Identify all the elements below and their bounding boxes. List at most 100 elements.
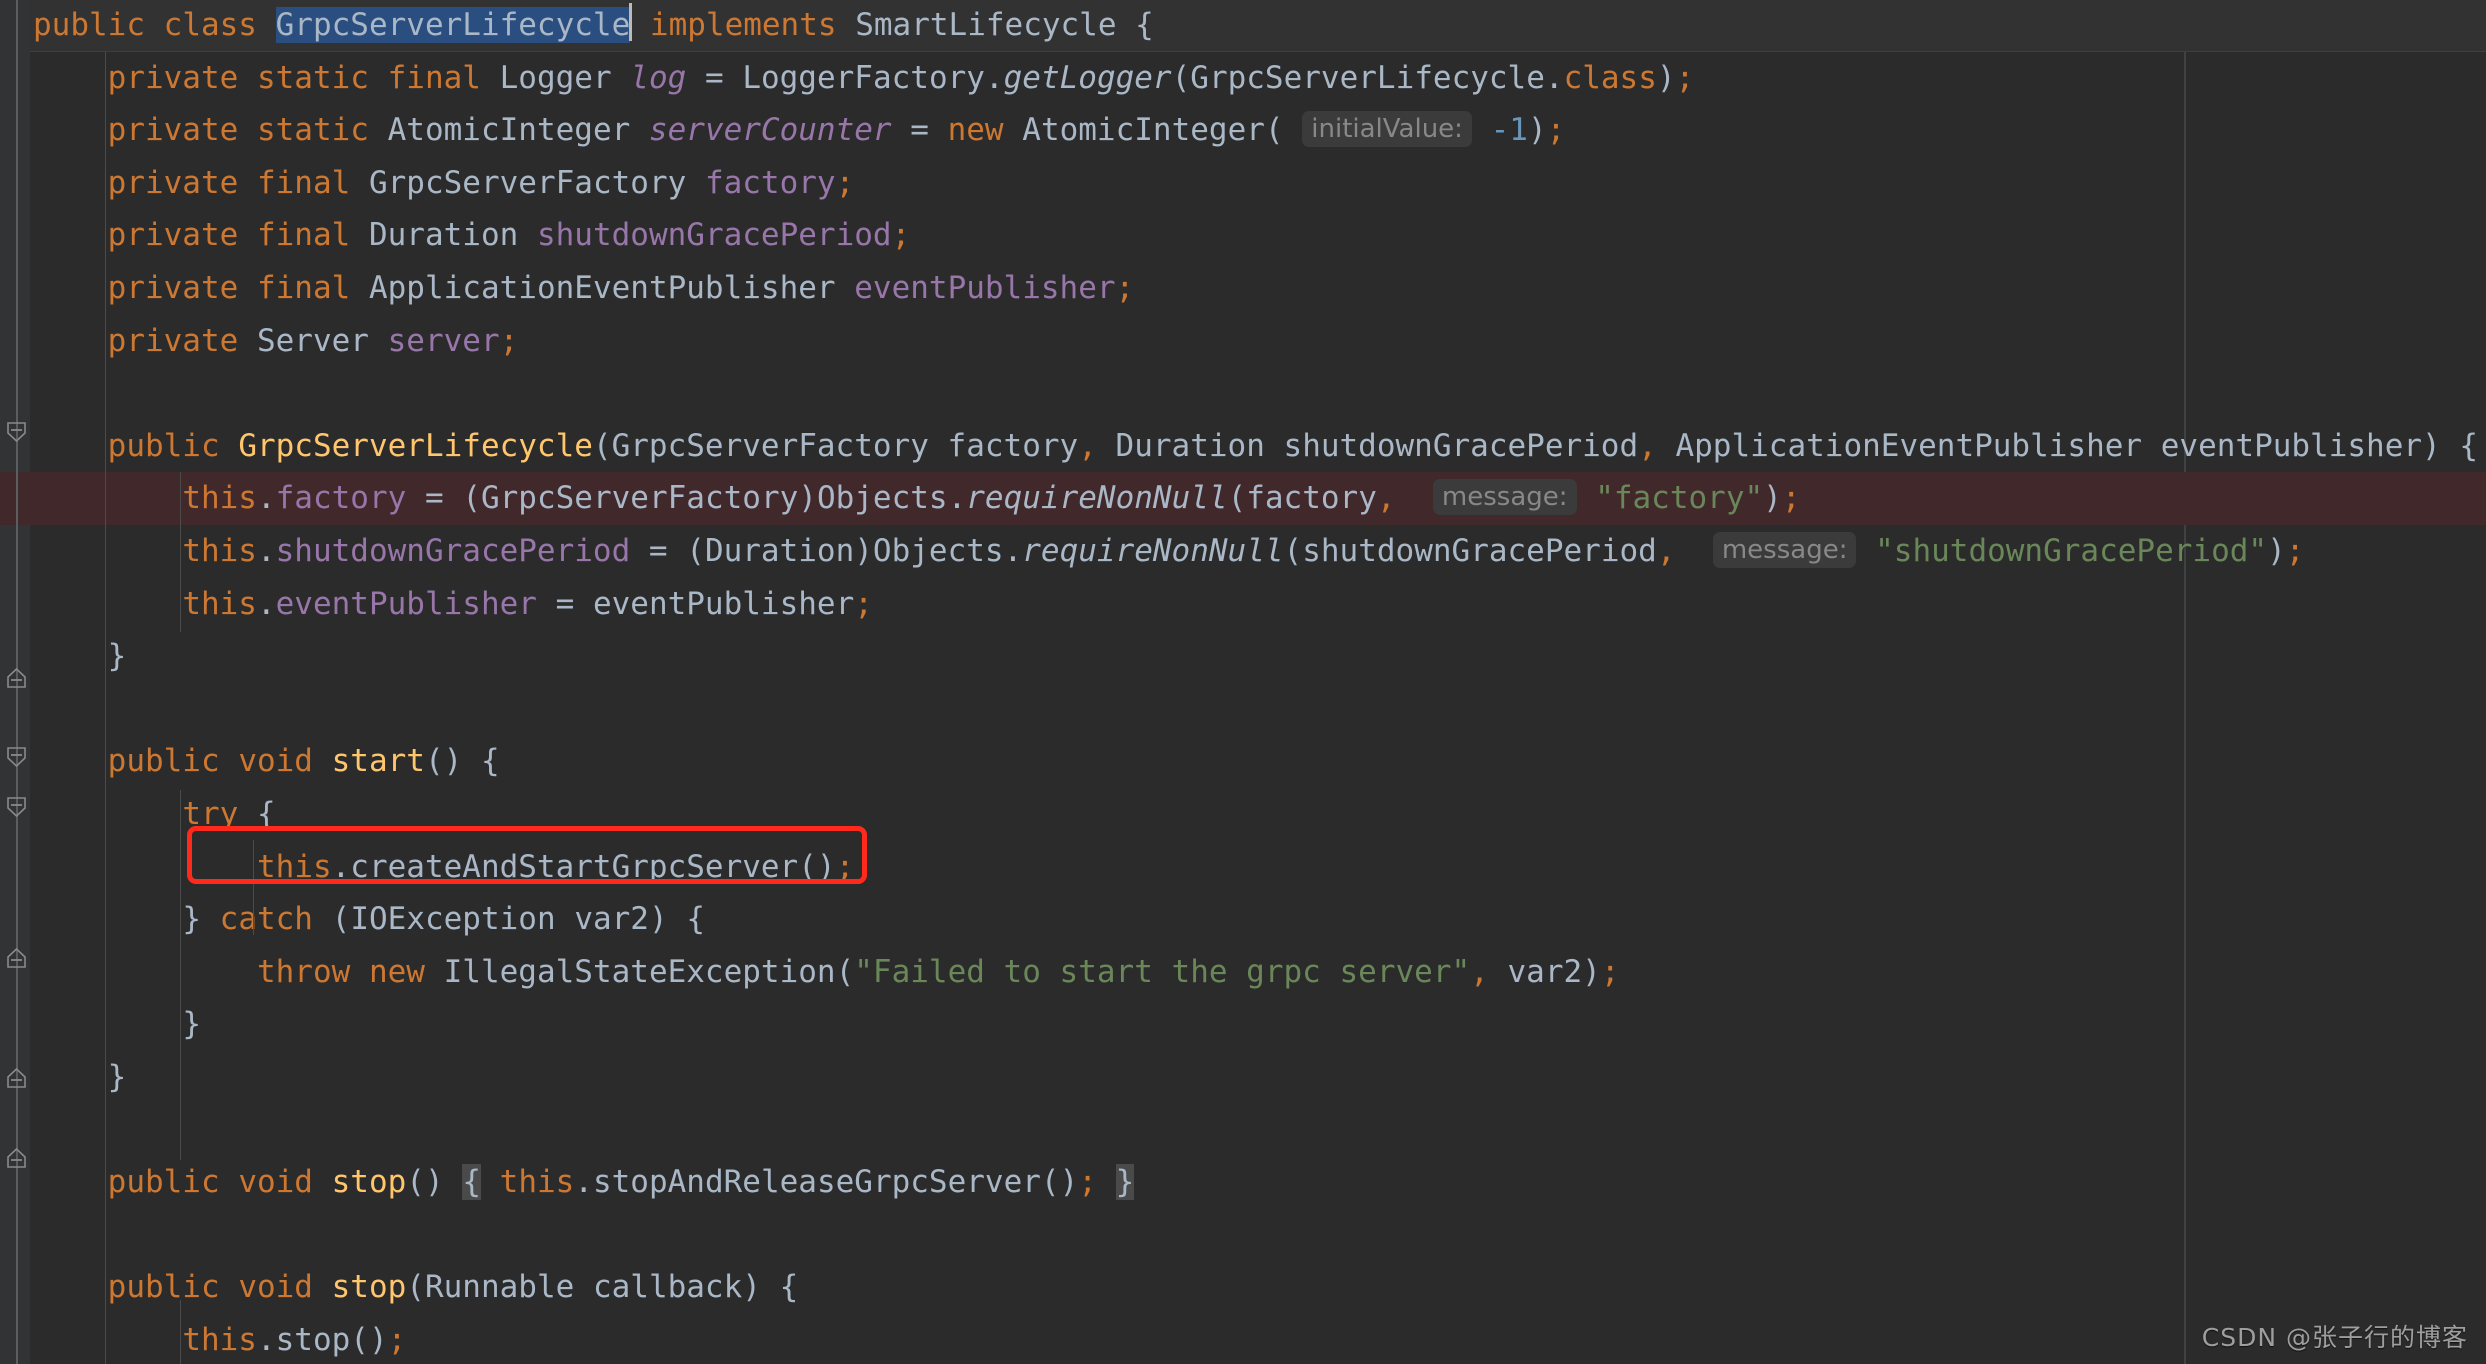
string-literal: "factory"	[1595, 480, 1764, 517]
code-fold-marker[interactable]	[4, 795, 29, 820]
code-fold-marker[interactable]	[4, 745, 29, 770]
code-line[interactable]	[0, 367, 2486, 420]
punctuation: )	[648, 901, 668, 938]
punctuation: (	[1227, 480, 1247, 517]
keyword: catch	[219, 901, 313, 938]
field-reference: eventPublisher	[275, 585, 537, 622]
code-line[interactable]: } catch (IOException var2) {	[0, 893, 2486, 946]
field-declaration: factory	[704, 164, 836, 201]
code-line[interactable]: public void start() {	[0, 735, 2486, 788]
punctuation: )	[2422, 427, 2441, 464]
code-line[interactable]: this.shutdownGracePeriod = (Duration)Obj…	[0, 525, 2486, 578]
code-line[interactable]: private final Duration shutdownGracePeri…	[0, 209, 2486, 262]
static-field: log	[630, 59, 687, 96]
code-line[interactable]: this.stop();	[0, 1314, 2486, 1364]
identifier: Runnable	[424, 1269, 575, 1306]
field-declaration: shutdownGracePeriod	[536, 217, 892, 254]
code-surface[interactable]: public class GrpcServerLifecycle impleme…	[0, 0, 2486, 1364]
code-line[interactable]: this.createAndStartGrpcServer();	[0, 841, 2486, 894]
keyword: this	[256, 848, 332, 885]
punctuation: {	[480, 743, 500, 780]
identifier: eventPublisher	[2160, 427, 2423, 464]
punctuation: ;	[499, 322, 519, 359]
code-fold-marker[interactable]	[4, 1145, 29, 1170]
identifier: eventPublisher	[592, 585, 855, 622]
code-line[interactable]	[0, 1209, 2486, 1262]
punctuation: .	[1544, 59, 1564, 96]
code-line[interactable]: private final GrpcServerFactory factory;	[0, 157, 2486, 210]
code-line[interactable]: private static AtomicInteger serverCount…	[0, 104, 2486, 157]
code-fold-marker[interactable]	[4, 945, 29, 970]
keyword: this	[182, 1322, 257, 1358]
code-editor[interactable]: public class GrpcServerLifecycle impleme…	[0, 0, 2486, 1364]
identifier: Objects	[816, 480, 948, 517]
punctuation: =	[555, 585, 575, 622]
code-fold-marker[interactable]	[4, 420, 29, 445]
punctuation: {	[256, 796, 276, 832]
punctuation: .	[574, 1164, 593, 1201]
identifier: var2	[574, 901, 649, 938]
keyword: this	[182, 585, 257, 622]
code-line[interactable]: }	[0, 1051, 2486, 1104]
keyword: this	[182, 533, 257, 569]
code-line[interactable]: private final ApplicationEventPublisher …	[0, 262, 2486, 315]
code-line[interactable]: public void stop() { this.stopAndRelease…	[0, 1156, 2486, 1209]
selected-text[interactable]: GrpcServerLifecycle	[275, 7, 631, 43]
code-line[interactable]	[0, 1104, 2486, 1157]
punctuation: (	[686, 533, 705, 569]
identifier: Server	[256, 322, 369, 359]
field-declaration: server	[387, 322, 500, 359]
code-line[interactable]: }	[0, 630, 2486, 683]
code-fold-marker[interactable]	[4, 1065, 29, 1090]
code-line[interactable]: public class GrpcServerLifecycle impleme…	[0, 0, 2486, 52]
punctuation: (	[406, 1164, 425, 1201]
code-line[interactable]: this.eventPublisher = eventPublisher;	[0, 578, 2486, 631]
indent-guide	[180, 790, 181, 1160]
code-line[interactable]: }	[0, 998, 2486, 1051]
punctuation: ,	[1376, 480, 1396, 517]
identifier: Duration	[704, 533, 855, 569]
keyword: void	[238, 743, 313, 780]
csdn-watermark: CSDN @张子行的博客	[2201, 1323, 2468, 1352]
punctuation: ;	[387, 1322, 407, 1358]
code-line[interactable]: public void stop(Runnable callback) {	[0, 1261, 2486, 1314]
code-line[interactable]: public GrpcServerLifecycle(GrpcServerFac…	[0, 420, 2486, 473]
identifier: GrpcServerFactory	[611, 427, 929, 464]
code-line[interactable]: private Server server;	[0, 315, 2486, 368]
code-line[interactable]: this.factory = (GrpcServerFactory)Object…	[0, 472, 2486, 525]
code-line[interactable]: throw new IllegalStateException("Failed …	[0, 946, 2486, 999]
code-line[interactable]: try {	[0, 788, 2486, 841]
punctuation: (	[592, 427, 612, 464]
punctuation: {	[686, 901, 705, 938]
code-fold-marker[interactable]	[4, 665, 29, 690]
punctuation: ;	[1115, 270, 1135, 306]
method-call: stop	[275, 1322, 351, 1358]
code-line[interactable]	[0, 683, 2486, 736]
identifier: var2	[1507, 953, 1583, 990]
punctuation: =	[910, 112, 929, 149]
punctuation: )	[816, 848, 836, 885]
code-line[interactable]: private static final Logger log = Logger…	[0, 52, 2486, 105]
